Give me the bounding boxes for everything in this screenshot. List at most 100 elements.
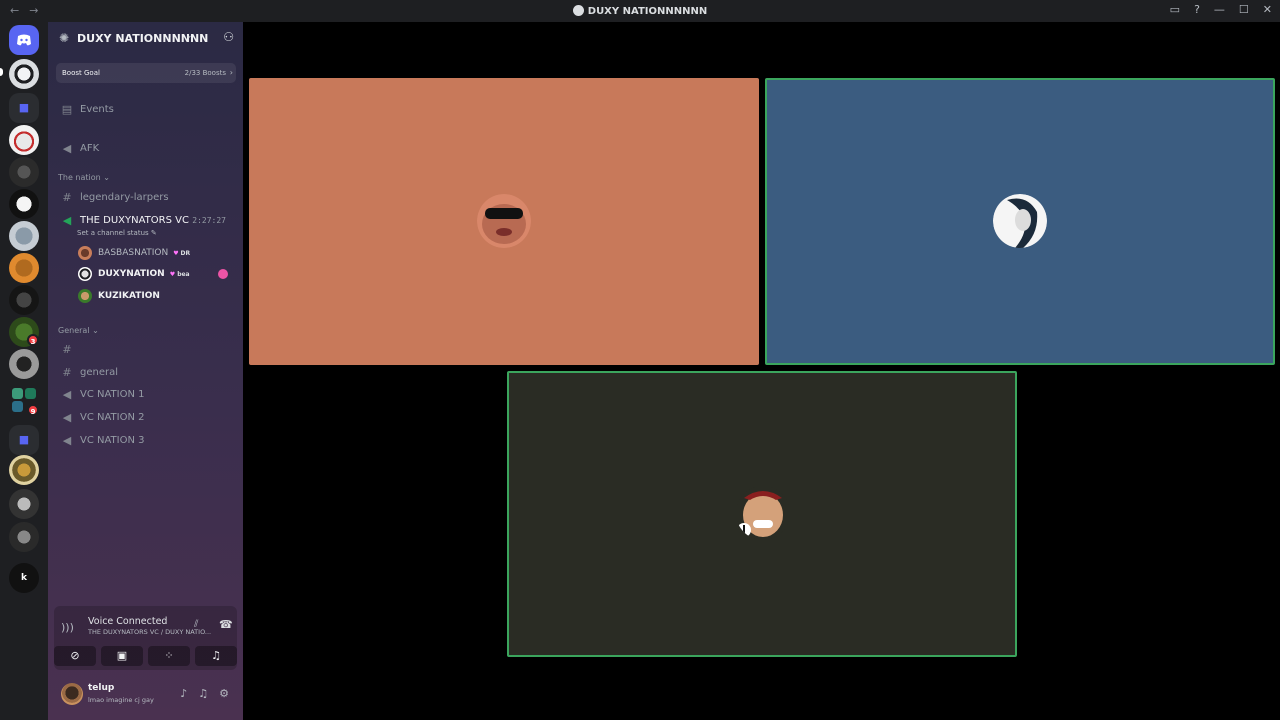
server-icon-11[interactable]	[9, 489, 39, 519]
speaker-icon: ◀	[62, 410, 72, 424]
folder-icon[interactable]: ■	[9, 425, 39, 455]
vc-member[interactable]: BASBASNATION ♥ DR	[78, 243, 238, 263]
events-channel[interactable]: ▤ Events	[56, 99, 236, 119]
minimize-button[interactable]: —	[1214, 3, 1225, 16]
category-the-nation[interactable]: The nation ⌄	[58, 173, 110, 182]
voice-tile-duxynation[interactable]	[765, 78, 1275, 365]
text-channel-legendary-larpers[interactable]: # legendary-larpers	[56, 187, 236, 207]
close-button[interactable]: ✕	[1263, 3, 1272, 16]
avatar	[477, 194, 531, 248]
avatar	[78, 267, 92, 281]
speaker-icon: ◀	[62, 141, 72, 155]
voice-action-buttons: ⊘ ▣ ⁘ ♫	[54, 646, 237, 666]
screen-share-icon[interactable]: ▣	[101, 646, 143, 666]
calendar-icon: ▤	[61, 102, 73, 116]
maximize-button[interactable]: ☐	[1239, 3, 1249, 16]
user-panel: telup lmao imagine cj gay ♪ ♫ ⚙	[48, 677, 243, 720]
avatar[interactable]	[61, 683, 83, 705]
server-logo-icon	[572, 5, 584, 16]
server-icon-12[interactable]	[9, 522, 39, 552]
window-controls: ▭ ? — ☐ ✕	[1170, 3, 1272, 16]
voice-location[interactable]: THE DUXYNATORS VC / DUXY NATIO...	[88, 628, 211, 636]
hashtag-icon: #	[62, 342, 72, 356]
category-label: The nation	[58, 173, 101, 182]
voice-channel-duxynators[interactable]: ◀ THE DUXYNATORS VC 2:27:27	[56, 210, 236, 230]
selected-server-pill	[0, 68, 3, 76]
channel-label: THE DUXYNATORS VC	[80, 214, 189, 226]
avatar	[78, 246, 92, 260]
voice-tile-basbasnation[interactable]	[249, 78, 759, 365]
server-settings-icon[interactable]: ✺	[59, 31, 69, 45]
channel-label: general	[80, 366, 119, 378]
boost-goal-bar[interactable]: Boost Goal 2/33 Boosts ›	[56, 63, 236, 83]
chevron-down-icon[interactable]: ⌄	[185, 31, 193, 41]
inbox-icon[interactable]: ▭	[1170, 3, 1180, 16]
help-icon[interactable]: ?	[1194, 3, 1200, 16]
text-channel-general[interactable]: # general	[56, 362, 236, 382]
vc-member[interactable]: DUXYNATION ♥ bea	[78, 264, 238, 284]
server-icon-5[interactable]	[9, 221, 39, 251]
camera-off-icon[interactable]: ⊘	[54, 646, 96, 666]
gear-icon[interactable]: ⚙	[219, 687, 229, 700]
speaker-icon: ◀	[62, 387, 72, 401]
avatar	[993, 194, 1047, 248]
channel-label: legendary-larpers	[80, 191, 169, 203]
chevron-right-icon: ›	[229, 68, 233, 77]
server-icon-9[interactable]	[9, 349, 39, 379]
server-icon-7[interactable]	[9, 285, 39, 315]
voice-tile-kuzikation[interactable]	[507, 371, 1017, 657]
boost-goal-label: Boost Goal	[62, 69, 100, 77]
voice-channel-nation-2[interactable]: ◀ VC NATION 2	[56, 407, 236, 427]
channel-label: VC NATION 2	[80, 411, 145, 423]
vc-timer: 2:27:27	[192, 215, 226, 225]
channel-label: VC NATION 3	[80, 434, 145, 446]
server-icon-3[interactable]	[9, 157, 39, 187]
role-tag-text: DR	[180, 249, 191, 257]
role-tag-text: bea	[177, 270, 190, 278]
member-name: KUZIKATION	[98, 291, 160, 301]
voice-channel-nation-1[interactable]: ◀ VC NATION 1	[56, 384, 236, 404]
invite-people-icon[interactable]: ⚇	[223, 30, 234, 44]
signal-icon[interactable]: )))	[61, 621, 74, 634]
folder-icon[interactable]: ■	[9, 93, 39, 123]
activities-icon[interactable]: ⁘	[148, 646, 190, 666]
microphone-icon[interactable]: ♪	[180, 687, 187, 700]
channel-status-prompt[interactable]: Set a channel status ✎	[77, 229, 157, 237]
server-icon-4[interactable]	[9, 189, 39, 219]
window-title: DUXY NATIONNNNNN	[0, 5, 1280, 17]
title-bar: ← → DUXY NATIONNNNNN ▭ ? — ☐ ✕	[0, 0, 1280, 22]
activity-icon	[218, 269, 228, 279]
channel-sidebar: ✺ DUXY NATIONNNNNN ⌄ ⚇ Boost Goal 2/33 B…	[48, 22, 243, 720]
category-general[interactable]: General ⌄	[58, 326, 99, 335]
username: telup	[88, 683, 115, 693]
voice-channel-nation-3[interactable]: ◀ VC NATION 3	[56, 430, 236, 450]
disconnect-icon[interactable]: ☎	[219, 618, 233, 631]
voice-status: Voice Connected	[88, 616, 168, 627]
server-icon-6[interactable]	[9, 253, 39, 283]
text-channel-blank[interactable]: #	[56, 339, 236, 359]
channel-status-text: Set a channel status	[77, 229, 149, 237]
server-icon-10[interactable]	[9, 455, 39, 485]
soundboard-icon[interactable]: ♫	[195, 646, 237, 666]
member-name: BASBASNATION	[98, 248, 169, 258]
mention-badge: 9	[27, 404, 39, 416]
server-icon-k[interactable]: k	[9, 563, 39, 593]
avatar	[736, 486, 790, 540]
user-controls: ♪ ♫ ⚙	[180, 687, 229, 700]
server-icon-2[interactable]	[9, 125, 39, 155]
role-tag: ♥ DR	[173, 249, 191, 257]
discord-home-icon[interactable]	[9, 25, 39, 55]
avatar	[78, 289, 92, 303]
vc-member[interactable]: KUZIKATION	[78, 286, 238, 306]
mention-badge: 3	[27, 334, 39, 346]
server-header[interactable]: ✺ DUXY NATIONNNNNN ⌄ ⚇	[48, 22, 243, 54]
pencil-icon: ✎	[150, 229, 157, 237]
server-icon-duxy[interactable]	[9, 59, 39, 89]
noise-suppression-icon[interactable]: ⫽	[194, 619, 198, 630]
channel-label: VC NATION 1	[80, 388, 145, 400]
voice-channel-afk[interactable]: ◀ AFK	[56, 138, 236, 158]
speaker-active-icon: ◀	[62, 213, 72, 227]
boost-count: 2/33 Boosts	[184, 69, 226, 77]
headphones-icon[interactable]: ♫	[198, 687, 208, 700]
afk-label: AFK	[80, 142, 100, 154]
